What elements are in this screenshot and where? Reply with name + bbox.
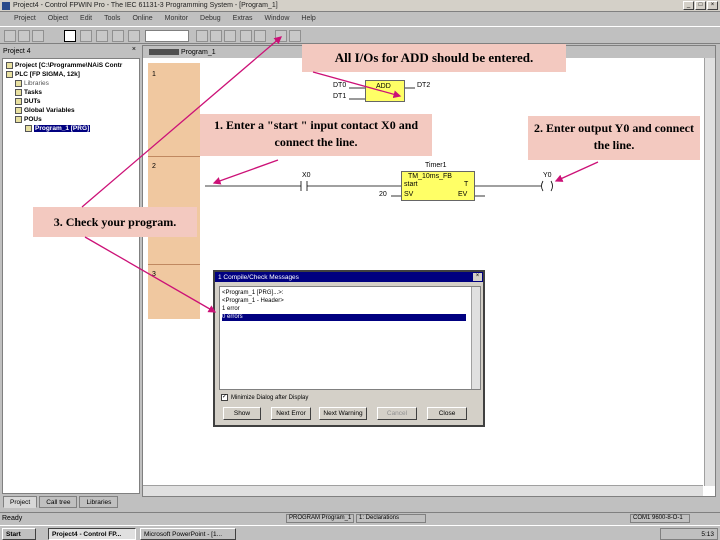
menu-tools[interactable]: Tools: [104, 15, 120, 22]
window-title: Project4 - Control FPWIN Pro - The IEC 6…: [13, 2, 278, 9]
tree-item-plc[interactable]: PLC [FP SIGMA, 12k]: [6, 71, 80, 78]
close-button[interactable]: ×: [707, 1, 718, 10]
project-pane-tabs: Project Call tree Libraries: [0, 496, 140, 510]
check-program-icon[interactable]: [275, 30, 287, 42]
callout-step-2: 2. Enter output Y0 and connect the line.: [528, 116, 700, 160]
duts-icon: [15, 98, 22, 105]
plc-icon: [6, 71, 13, 78]
project-pane-header: Project 4 ×: [0, 45, 140, 57]
status-program: PROGRAM Program_1: [286, 514, 354, 523]
callout-step-3: 3. Check your program.: [33, 207, 197, 237]
title-bar: Project4 - Control FPWIN Pro - The IEC 6…: [0, 0, 720, 12]
project-pane-title: Project 4: [3, 47, 31, 55]
menu-edit[interactable]: Edit: [80, 15, 92, 22]
compile-check-dialog: 1 Compile/Check Messages × <Program_1 [P…: [213, 270, 485, 427]
tree-item-pous[interactable]: POUs: [15, 116, 42, 123]
status-declarations: 1: Declarations: [356, 514, 426, 523]
next-error-button[interactable]: Next Error: [271, 407, 311, 420]
system-tray: 5:13: [660, 528, 718, 540]
copy-icon[interactable]: [210, 30, 222, 42]
tree-item-duts[interactable]: DUTs: [15, 98, 41, 105]
tree-item-global-variables[interactable]: Global Variables: [15, 107, 75, 114]
taskbar: Start Project4 - Control FP... Microsoft…: [0, 525, 720, 540]
messages-scrollbar[interactable]: [471, 287, 480, 389]
tree-item-libraries[interactable]: Libraries: [15, 80, 49, 87]
menu-bar: Project Object Edit Tools Online Monitor…: [0, 12, 720, 25]
find-icon[interactable]: [128, 30, 140, 42]
program-icon: [25, 125, 32, 132]
menu-extras[interactable]: Extras: [233, 15, 253, 22]
editor-vertical-scrollbar[interactable]: [704, 58, 715, 486]
paste-icon[interactable]: [224, 30, 236, 42]
clock: 5:13: [701, 530, 714, 538]
message-line[interactable]: <Program_1 [PRG]...>:: [222, 290, 466, 297]
start-button[interactable]: Start: [2, 528, 36, 540]
menu-monitor[interactable]: Monitor: [165, 15, 188, 22]
monitor-icon[interactable]: [112, 30, 124, 42]
app-icon: [2, 1, 10, 10]
menu-object[interactable]: Object: [48, 15, 68, 22]
project-navigator-icon[interactable]: [64, 30, 76, 42]
callout-step-1: 1. Enter a "start " input contact X0 and…: [200, 114, 432, 156]
online-icon[interactable]: [96, 30, 108, 42]
folder-icon: [6, 62, 13, 69]
tab-call-tree[interactable]: Call tree: [39, 496, 78, 508]
project-pane-close-icon[interactable]: ×: [132, 46, 136, 53]
tab-libraries[interactable]: Libraries: [79, 496, 119, 508]
message-line[interactable]: <Program_1 - Header>: [222, 298, 466, 305]
status-com-port: COM1 9600-8-O-1: [630, 514, 690, 523]
save-icon[interactable]: [32, 30, 44, 42]
minimize-button[interactable]: _: [683, 1, 694, 10]
task-powerpoint[interactable]: Microsoft PowerPoint - [1...: [140, 528, 236, 540]
library-icon: [15, 80, 22, 87]
tree-item-project[interactable]: Project [C:\Programme\NAiS Contr: [6, 62, 122, 69]
next-warning-button[interactable]: Next Warning: [319, 407, 367, 420]
open-project-icon[interactable]: [18, 30, 30, 42]
task-control-fpwin[interactable]: Project4 - Control FP...: [48, 528, 136, 540]
minimize-dialog-checkbox[interactable]: ✓ Minimize Dialog after Display: [221, 394, 308, 401]
cut-icon[interactable]: [196, 30, 208, 42]
callout-add-inputs: All I/Os for ADD should be entered.: [302, 44, 566, 72]
new-project-icon[interactable]: [4, 30, 16, 42]
project-tree: Project [C:\Programme\NAiS Contr PLC [FP…: [2, 58, 140, 494]
cancel-button[interactable]: Cancel: [377, 407, 417, 420]
editor-horizontal-scrollbar[interactable]: [143, 485, 703, 496]
menu-window[interactable]: Window: [265, 15, 290, 22]
global-variables-icon: [15, 107, 22, 114]
status-text: Ready: [2, 515, 23, 522]
dialog-title-bar: 1 Compile/Check Messages ×: [215, 272, 483, 282]
compile-icon[interactable]: [80, 30, 92, 42]
toolbar: [0, 26, 720, 44]
menu-online[interactable]: Online: [132, 15, 152, 22]
menu-help[interactable]: Help: [301, 15, 315, 22]
close-dialog-button[interactable]: Close: [427, 407, 467, 420]
dialog-title: 1 Compile/Check Messages: [218, 273, 299, 281]
message-line[interactable]: 1 error: [222, 306, 466, 313]
zoom-combo[interactable]: [145, 30, 189, 42]
checkbox-label: Minimize Dialog after Display: [231, 394, 309, 401]
dialog-close-icon[interactable]: ×: [473, 273, 482, 281]
menu-project[interactable]: Project: [14, 15, 36, 22]
tasks-icon: [15, 89, 22, 96]
tree-item-program-1[interactable]: Program_1 [PRG]: [25, 125, 91, 132]
window-controls: _ □ ×: [683, 1, 718, 10]
message-line-selected[interactable]: 0 errors: [222, 314, 466, 321]
show-button[interactable]: Show: [223, 407, 261, 420]
menu-debug[interactable]: Debug: [200, 15, 221, 22]
pous-icon: [15, 116, 22, 123]
undo-icon[interactable]: [240, 30, 252, 42]
redo-icon[interactable]: [254, 30, 266, 42]
checkbox-mark[interactable]: ✓: [221, 394, 228, 401]
tree-item-tasks[interactable]: Tasks: [15, 89, 42, 96]
tab-project[interactable]: Project: [3, 496, 38, 508]
build-icon[interactable]: [289, 30, 301, 42]
messages-list[interactable]: <Program_1 [PRG]...>: <Program_1 - Heade…: [219, 286, 481, 390]
maximize-button[interactable]: □: [695, 1, 706, 10]
